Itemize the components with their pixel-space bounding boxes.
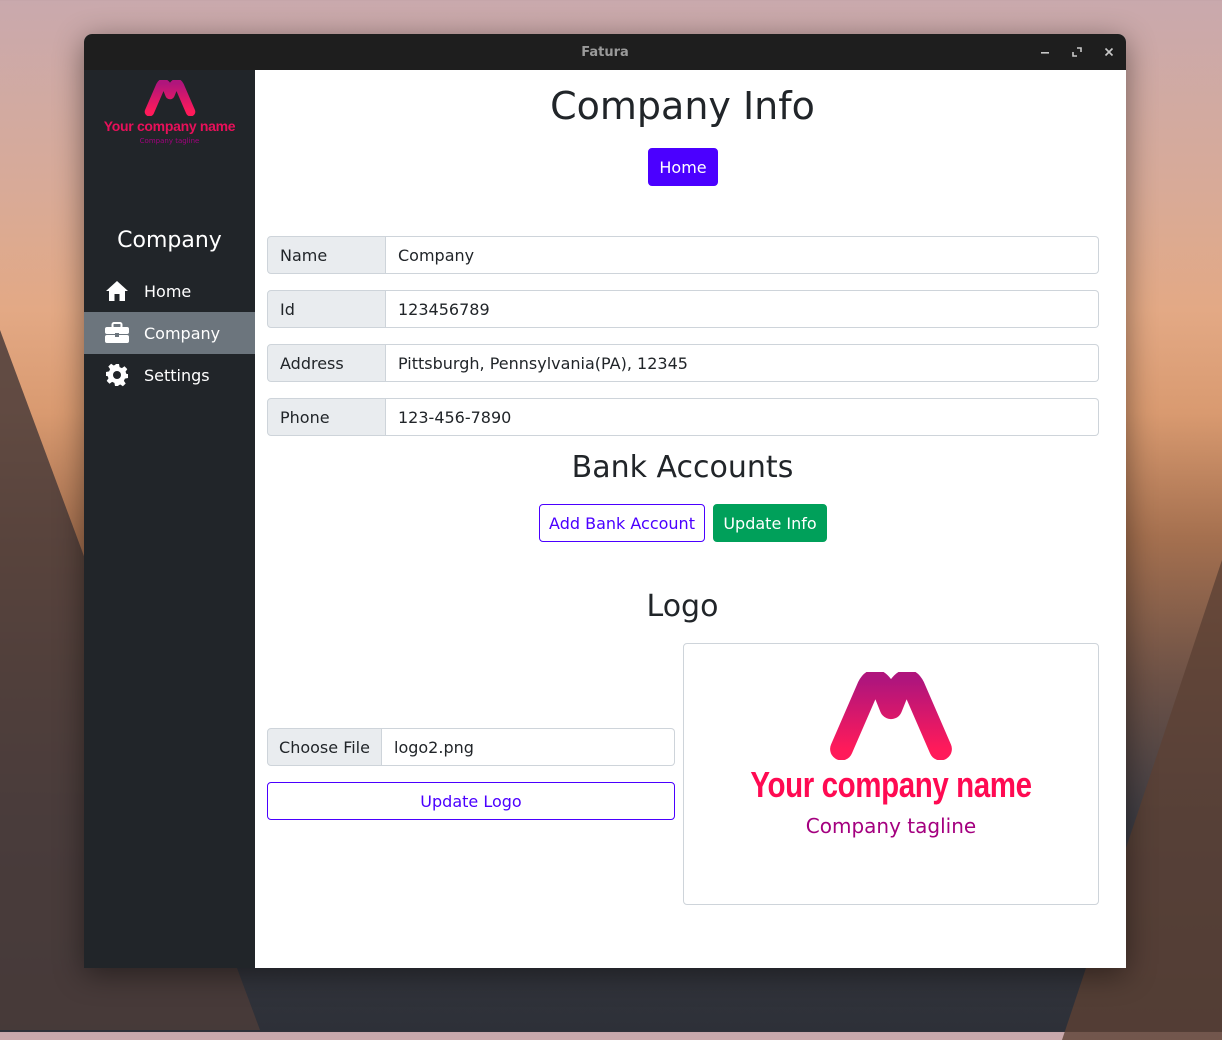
- company-logo-mark: [144, 80, 195, 116]
- sidebar: Your company name Company tagline Compan…: [84, 70, 255, 968]
- sidebar-nav: Home Company Settings: [84, 270, 255, 396]
- sidebar-logo-tagline: Company tagline: [139, 137, 200, 145]
- page-title: Company Info: [550, 84, 815, 128]
- file-input[interactable]: Choose File logo2.png: [267, 728, 675, 766]
- field-label: Name: [267, 236, 386, 274]
- name-input[interactable]: Company: [386, 236, 1099, 274]
- field-address: Address Pittsburgh, Pennsylvania(PA), 12…: [267, 344, 1099, 382]
- company-logo-mark: [830, 672, 952, 760]
- field-label: Phone: [267, 398, 386, 436]
- app-window: Fatura Your company name Company tagline: [84, 34, 1126, 968]
- bank-accounts-heading: Bank Accounts: [571, 450, 794, 485]
- sidebar-title: Company: [117, 228, 222, 253]
- address-input[interactable]: Pittsburgh, Pennsylvania(PA), 12345: [386, 344, 1099, 382]
- briefcase-icon: [104, 320, 130, 346]
- home-button[interactable]: Home: [648, 148, 718, 186]
- minimize-button[interactable]: [1031, 34, 1059, 70]
- logo-heading: Logo: [646, 589, 719, 624]
- close-button[interactable]: [1095, 34, 1123, 70]
- field-phone: Phone 123-456-7890: [267, 398, 1099, 436]
- field-name: Name Company: [267, 236, 1099, 274]
- logo-preview: Your company name Company tagline: [683, 643, 1099, 905]
- minimize-icon: [1041, 52, 1049, 54]
- main-content: Company Info Home Name Company Id 123456…: [255, 70, 1126, 968]
- home-icon: [104, 278, 130, 304]
- field-id: Id 123456789: [267, 290, 1099, 328]
- field-label: Id: [267, 290, 386, 328]
- title-bar[interactable]: Fatura: [84, 34, 1126, 70]
- sidebar-item-label: Settings: [144, 365, 210, 385]
- id-input[interactable]: 123456789: [386, 290, 1099, 328]
- close-icon: [1104, 47, 1114, 57]
- file-name-field: logo2.png: [382, 728, 675, 766]
- add-bank-account-button[interactable]: Add Bank Account: [539, 504, 705, 542]
- sidebar-logo-name: Your company name: [103, 118, 236, 134]
- field-label: Address: [267, 344, 386, 382]
- sidebar-item-label: Company: [144, 323, 221, 343]
- choose-file-button[interactable]: Choose File: [267, 728, 382, 766]
- sidebar-item-company[interactable]: Company: [84, 312, 255, 354]
- maximize-button[interactable]: [1063, 34, 1091, 70]
- gear-icon: [104, 362, 130, 388]
- phone-input[interactable]: 123-456-7890: [386, 398, 1099, 436]
- update-logo-button[interactable]: Update Logo: [267, 782, 675, 820]
- sidebar-item-label: Home: [144, 281, 192, 301]
- sidebar-item-home[interactable]: Home: [84, 270, 255, 312]
- logo-preview-tagline: Company tagline: [805, 814, 977, 838]
- sidebar-logo: Your company name Company tagline: [84, 80, 255, 145]
- maximize-icon: [1072, 47, 1082, 57]
- window-title: Fatura: [581, 44, 629, 60]
- logo-preview-name: Your company name: [750, 764, 1032, 805]
- update-info-button[interactable]: Update Info: [713, 504, 827, 542]
- sidebar-item-settings[interactable]: Settings: [84, 354, 255, 396]
